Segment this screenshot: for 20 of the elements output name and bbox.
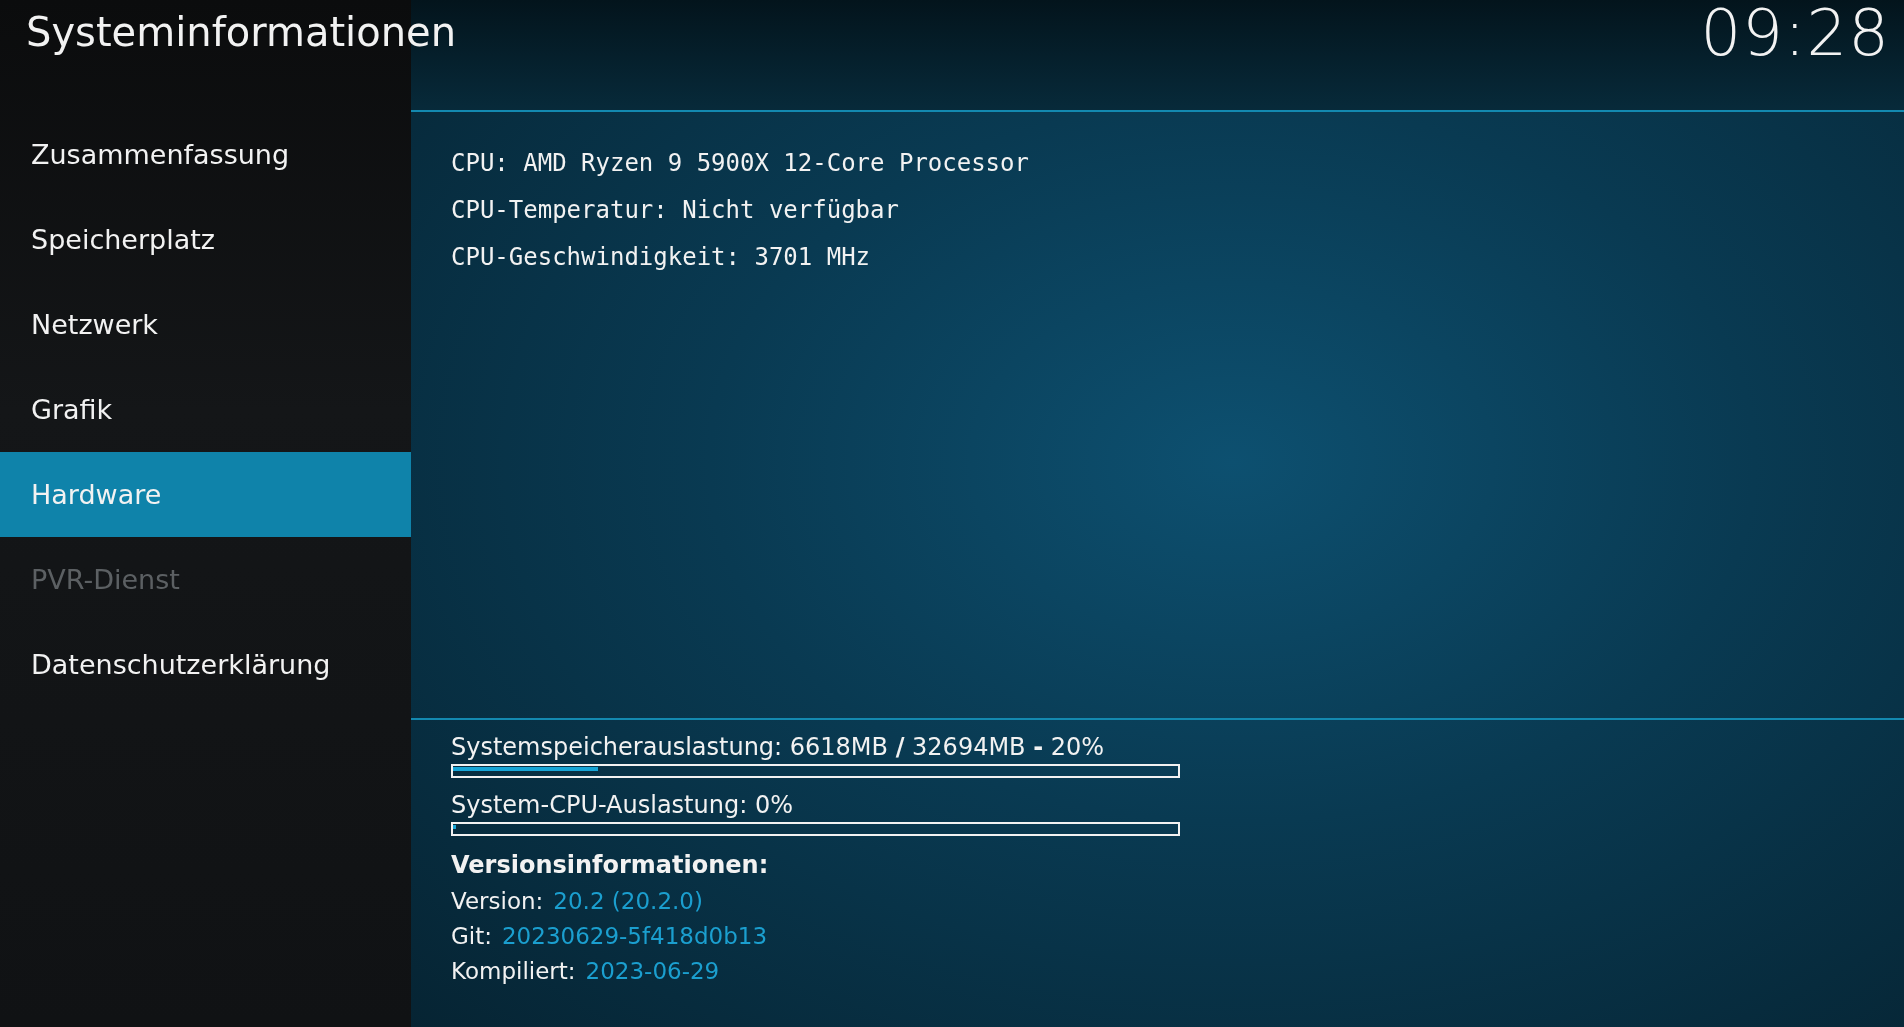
usage-label: System-CPU-Auslastung: 0% bbox=[451, 790, 794, 821]
info-line: CPU: AMD Ryzen 9 5900X 12-Core Processor bbox=[451, 148, 1030, 179]
sidebar-item[interactable]: Grafik bbox=[0, 367, 411, 452]
version-heading: Versionsinformationen: bbox=[451, 850, 770, 881]
clock: 09:28 bbox=[1700, 0, 1891, 72]
version-label: Git: bbox=[451, 922, 492, 951]
sidebar-item[interactable]: Hardware bbox=[0, 452, 411, 537]
version-value: 2023-06-29 bbox=[585, 957, 720, 986]
sidebar-item[interactable]: Netzwerk bbox=[0, 282, 411, 367]
sidebar-item[interactable]: Speicherplatz bbox=[0, 197, 411, 282]
sidebar-item[interactable]: Zusammenfassung bbox=[0, 112, 411, 197]
version-label: Version: bbox=[451, 887, 544, 916]
info-line: CPU-Geschwindigkeit: 3701 MHz bbox=[451, 242, 872, 273]
usage-label: Systemspeicherauslastung: 6618MB / 32694MB - 20% bbox=[451, 732, 1106, 763]
window-title: Systeminformationen bbox=[25, 8, 456, 57]
version-label: Kompiliert: bbox=[451, 957, 576, 986]
sidebar-item[interactable]: Datenschutzerklärung bbox=[0, 622, 411, 707]
version-value: 20.2 (20.2.0) bbox=[553, 887, 703, 916]
version-value: 20230629-5f418d0b13 bbox=[502, 922, 768, 951]
info-line: CPU-Temperatur: Nicht verfügbar bbox=[451, 195, 900, 226]
